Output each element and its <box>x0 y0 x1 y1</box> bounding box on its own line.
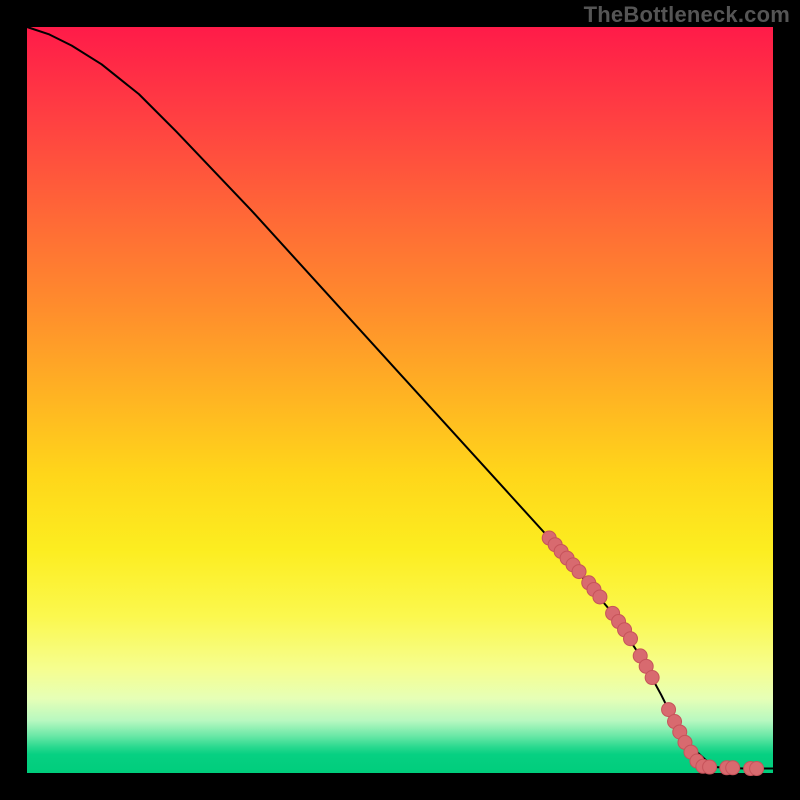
plot-area <box>27 27 773 773</box>
data-marker <box>624 632 638 646</box>
data-marker <box>593 590 607 604</box>
bottleneck-curve-line <box>27 27 773 769</box>
data-marker <box>645 671 659 685</box>
chart-frame: TheBottleneck.com <box>0 0 800 800</box>
data-marker <box>726 761 740 775</box>
data-marker <box>703 760 717 774</box>
watermark-text: TheBottleneck.com <box>584 2 790 28</box>
chart-svg <box>27 27 773 773</box>
data-marker <box>750 762 764 776</box>
marker-group <box>542 531 763 776</box>
data-marker <box>572 565 586 579</box>
